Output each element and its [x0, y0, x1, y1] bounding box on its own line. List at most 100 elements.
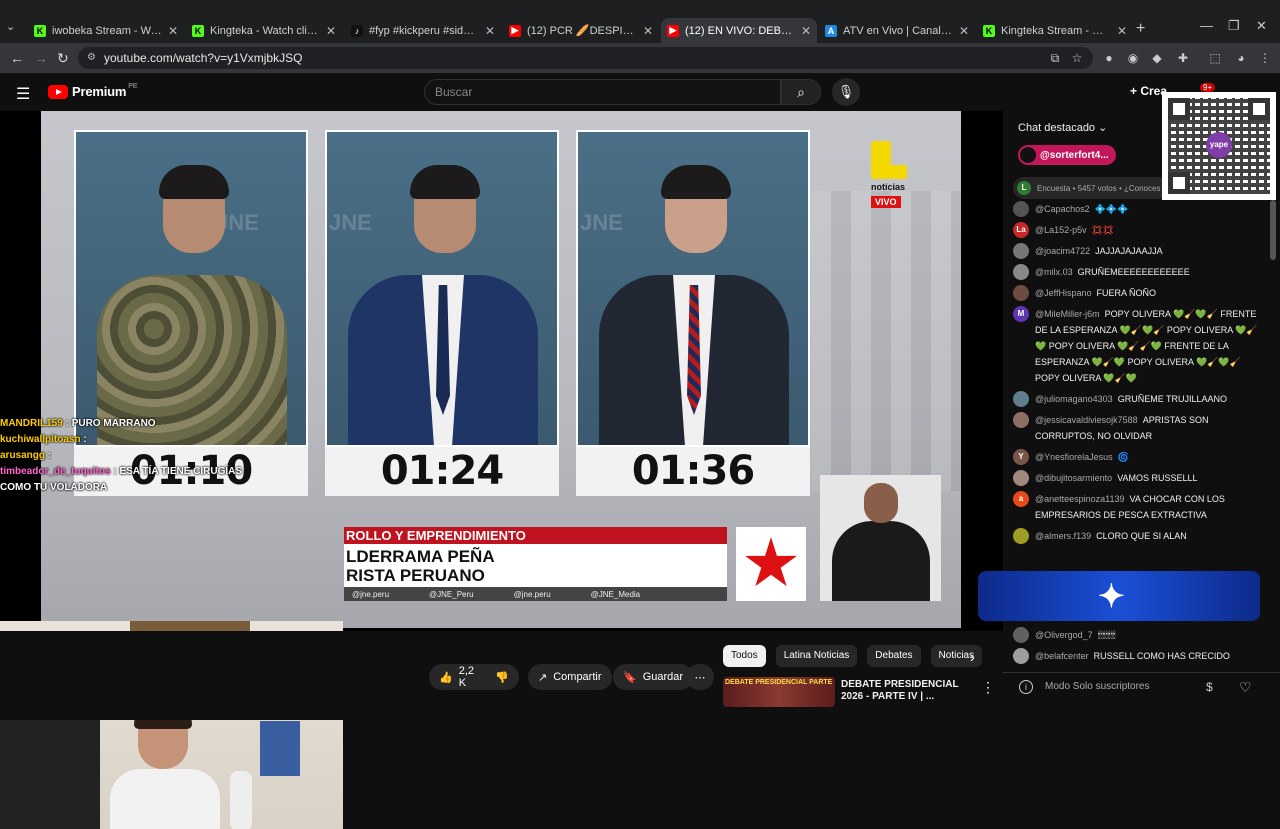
- avatar[interactable]: [1013, 412, 1029, 428]
- tab-close-icon[interactable]: ✕: [485, 24, 495, 38]
- chat-author[interactable]: @almers.f139: [1035, 531, 1091, 541]
- like-button[interactable]: 👍 2,2 K 👎: [429, 664, 519, 690]
- reload-icon[interactable]: ↻: [57, 50, 69, 67]
- avatar[interactable]: Y: [1013, 449, 1029, 465]
- filter-chip[interactable]: Latina Noticias: [775, 645, 858, 667]
- new-tab-button[interactable]: +: [1136, 20, 1145, 38]
- avatar[interactable]: [1013, 201, 1029, 217]
- browser-tab[interactable]: ▶ (12) EN VIVO: DEBATE PRES ✕: [661, 18, 817, 43]
- avatar[interactable]: [1013, 285, 1029, 301]
- chat-author[interactable]: @belafcenter: [1035, 651, 1089, 661]
- profile-icon[interactable]: ◕: [1234, 51, 1248, 65]
- chat-message[interactable]: @jessicavaldiviesojk7588 APRISTAS SON COR…: [1013, 412, 1268, 444]
- browser-tab[interactable]: K Kingteka Stream - Watch Live o ✕: [977, 18, 1133, 43]
- chat-message[interactable]: Y @YnesfiorelaJesus 🌀: [1013, 449, 1268, 465]
- chat-author[interactable]: @Olivergod_7: [1035, 630, 1093, 640]
- avatar[interactable]: La: [1013, 222, 1029, 238]
- extension-icon[interactable]: ●: [1102, 51, 1116, 65]
- forward-icon[interactable]: →: [34, 50, 48, 66]
- recommended-title[interactable]: DEBATE PRESIDENCIAL 2026 - PARTE IV | ..…: [841, 679, 971, 703]
- chat-message[interactable]: @almers.f139 CLORO QUE SI ALAN: [1013, 528, 1268, 544]
- chat-author[interactable]: @juliomagano4303: [1035, 394, 1113, 404]
- pinned-user-chip[interactable]: @sorterfort4...: [1018, 145, 1116, 165]
- recommended-thumbnail[interactable]: DEBATE PRESIDENCIAL PARTE: [723, 677, 835, 707]
- downloads-icon[interactable]: ⬚: [1208, 51, 1222, 65]
- recommended-video[interactable]: DEBATE PRESIDENCIAL PARTE DEBATE PRESIDE…: [723, 677, 1003, 720]
- chat-message[interactable]: a @anetteespinoza1139 VA CHOCAR CON LOS EM…: [1013, 491, 1268, 523]
- browser-tab[interactable]: ♪ #fyp #kickperu #sideral | sidera ✕: [345, 18, 501, 43]
- heart-icon[interactable]: ♡: [1239, 679, 1252, 696]
- filter-chip[interactable]: Todos: [723, 645, 766, 667]
- chat-author[interactable]: @MileMiller-j6m: [1035, 309, 1100, 319]
- video-player[interactable]: JNE 01:10 JNE 01:24 JNE 01:36 noticias V…: [0, 111, 1003, 829]
- avatar[interactable]: [1013, 391, 1029, 407]
- menu-icon[interactable]: ☰: [16, 84, 32, 104]
- share-button[interactable]: ↗ Compartir: [528, 664, 612, 690]
- tab-search-icon[interactable]: ⌄: [6, 20, 20, 34]
- more-actions-button[interactable]: ⋯: [686, 664, 714, 690]
- chat-mode-dropdown[interactable]: Chat destacado ⌄: [1018, 121, 1107, 134]
- tab-close-icon[interactable]: ✕: [643, 24, 653, 38]
- info-icon[interactable]: i: [1019, 680, 1033, 694]
- browser-tab[interactable]: K Kingteka - Watch clips on Kick ✕: [186, 18, 342, 43]
- chat-author[interactable]: @anetteespinoza1139: [1035, 494, 1125, 504]
- chevron-right-icon[interactable]: ›: [970, 649, 975, 665]
- super-chat-icon[interactable]: $: [1206, 680, 1213, 694]
- chat-message[interactable]: @Olivergod_7 🕯🕯🕯🕯🕯🕯🕯: [1013, 627, 1263, 643]
- youtube-logo[interactable]: Premium PE: [48, 83, 138, 99]
- chat-message[interactable]: @juliomagano4303 GRUÑEME TRUJILLAANO: [1013, 391, 1268, 407]
- avatar[interactable]: [1013, 528, 1029, 544]
- chat-message[interactable]: @dibujitosarmiento VAMOS RUSSELLL: [1013, 470, 1268, 486]
- tab-close-icon[interactable]: ✕: [959, 24, 969, 38]
- back-icon[interactable]: ←: [10, 50, 24, 66]
- chat-message[interactable]: M @MileMiller-j6m POPY OLIVERA 💚🧹💚🧹 FRENTE…: [1013, 306, 1268, 386]
- chat-message[interactable]: La @La152-p5v 💢💢: [1013, 222, 1268, 238]
- browser-menu-icon[interactable]: ⋮: [1258, 51, 1272, 65]
- avatar[interactable]: [1013, 648, 1029, 664]
- save-button[interactable]: 🔖 Guardar: [613, 664, 694, 690]
- chat-message[interactable]: @JeffHispano FUERA ÑOÑO: [1013, 285, 1268, 301]
- search-input[interactable]: Buscar: [424, 79, 781, 105]
- site-info-icon[interactable]: ⚙: [87, 52, 99, 64]
- filter-chip[interactable]: Debates: [867, 645, 921, 667]
- install-icon[interactable]: ⧉: [1048, 51, 1062, 65]
- microphone-icon[interactable]: 🎙: [832, 78, 860, 106]
- chat-message[interactable]: @Capachos2 💠💠💠: [1013, 201, 1268, 217]
- chat-message[interactable]: @belafcenter RUSSELL COMO HAS CRECIDO: [1013, 648, 1263, 664]
- browser-tab[interactable]: A ATV en Vivo | Canal 9 - Disfruta ✕: [819, 18, 975, 43]
- chat-author[interactable]: @Capachos2: [1035, 204, 1090, 214]
- bookmark-star-icon[interactable]: ☆: [1070, 51, 1084, 65]
- tab-close-icon[interactable]: ✕: [326, 24, 336, 38]
- extensions-puzzle-icon[interactable]: ✚: [1176, 51, 1190, 65]
- chat-author[interactable]: @JeffHispano: [1035, 288, 1092, 298]
- search-icon[interactable]: ⌕: [781, 79, 821, 105]
- chat-message[interactable]: @milx.03 GRUÑEMEEEEEEEEEEEE: [1013, 264, 1268, 280]
- browser-tab[interactable]: Kiwobeka Stream - Watch Live o ✕: [28, 18, 184, 43]
- maximize-icon[interactable]: ❐: [1228, 18, 1240, 34]
- chat-author[interactable]: @jessicavaldiviesojk7588: [1035, 415, 1138, 425]
- browser-tab[interactable]: ▶ (12) PCR 🥖DESPIERTA PERU - ✕: [503, 18, 659, 43]
- chat-author[interactable]: @dibujitosarmiento: [1035, 473, 1112, 483]
- thumbs-down-icon[interactable]: 👎: [495, 671, 509, 684]
- avatar[interactable]: M: [1013, 306, 1029, 322]
- notification-badge[interactable]: 9+: [1200, 83, 1216, 92]
- avatar[interactable]: [1013, 264, 1029, 280]
- extension-icon[interactable]: ◉: [1126, 51, 1140, 65]
- chat-author[interactable]: @YnesfiorelaJesus: [1035, 452, 1113, 462]
- chat-scrollbar[interactable]: [1270, 200, 1276, 260]
- url-field[interactable]: ⚙ youtube.com/watch?v=y1VxmjbkJSQ: [78, 47, 1093, 69]
- chat-message[interactable]: @joacim4722 JAJJAJAJAAJJA: [1013, 243, 1268, 259]
- chat-author[interactable]: @joacim4722: [1035, 246, 1090, 256]
- chat-author[interactable]: @milx.03: [1035, 267, 1073, 277]
- chat-author[interactable]: @La152-p5v: [1035, 225, 1087, 235]
- avatar[interactable]: [1013, 470, 1029, 486]
- tab-close-icon[interactable]: ✕: [801, 24, 811, 38]
- tab-close-icon[interactable]: ✕: [168, 24, 178, 38]
- close-window-icon[interactable]: ✕: [1256, 18, 1267, 34]
- extension-icon[interactable]: ◆: [1150, 51, 1164, 65]
- more-options-icon[interactable]: ⋮: [981, 679, 995, 696]
- tab-close-icon[interactable]: ✕: [1117, 24, 1127, 38]
- minimize-icon[interactable]: —: [1200, 18, 1213, 33]
- avatar[interactable]: [1013, 627, 1029, 643]
- avatar[interactable]: a: [1013, 491, 1029, 507]
